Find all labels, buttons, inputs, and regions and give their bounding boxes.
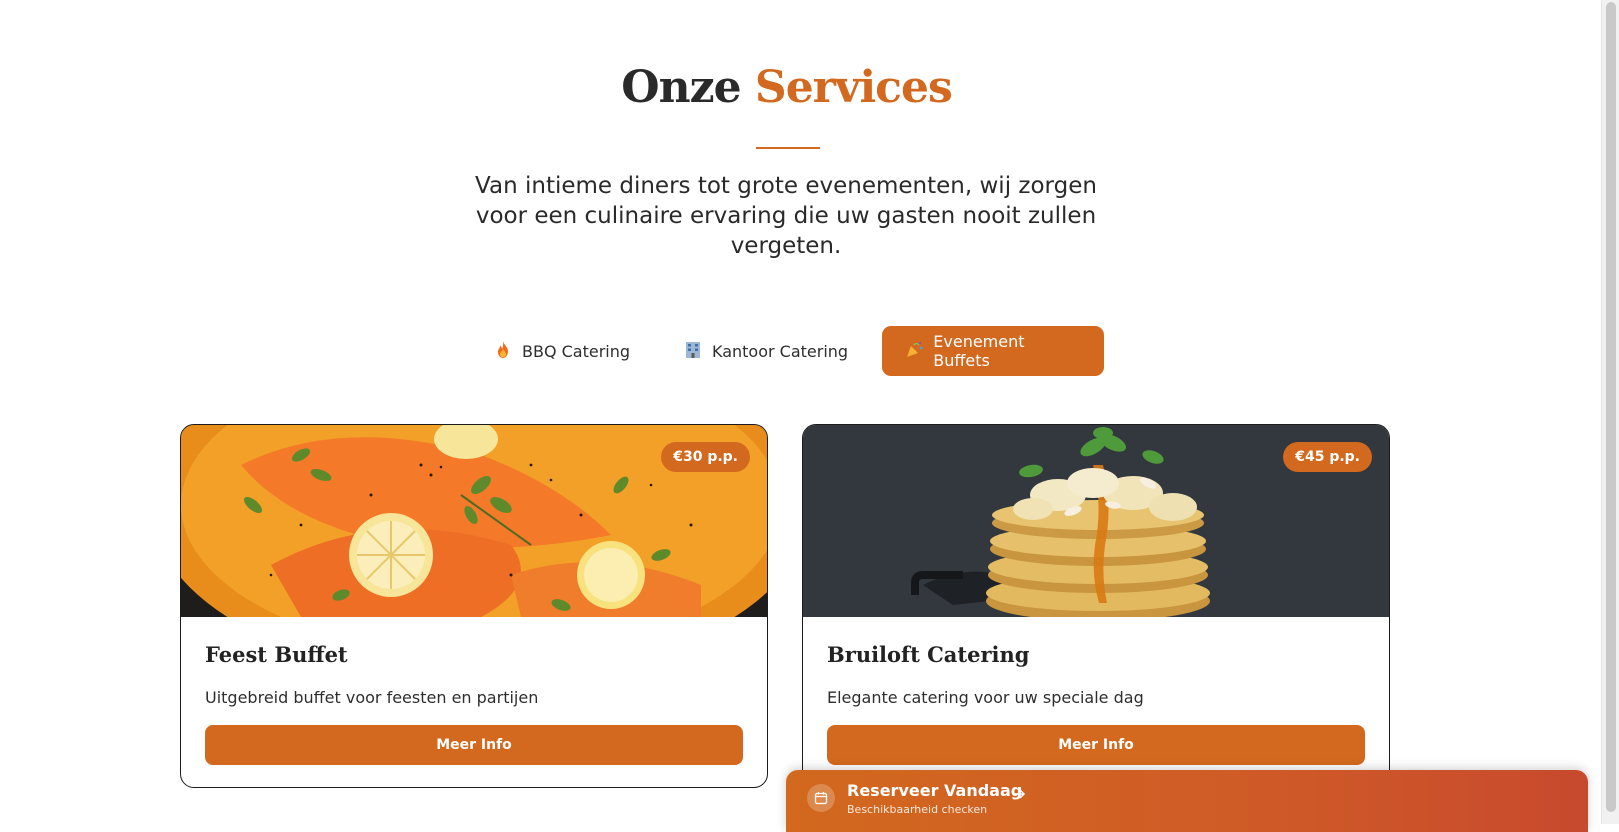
fire-icon — [494, 341, 512, 361]
price-badge: €45 p.p. — [1283, 442, 1372, 472]
service-card-bruiloft-catering: €45 p.p. Bruiloft Catering Elegante cate… — [802, 424, 1390, 788]
tab-bbq-catering[interactable]: BBQ Catering — [470, 326, 654, 376]
section-subtitle: Van intieme diners tot grote evenementen… — [475, 173, 1097, 259]
service-card-feest-buffet: €30 p.p. Feest Buffet Uitgebreid buffet … — [180, 424, 768, 788]
reserve-subtitle: Beschikbaarheid checken — [847, 803, 988, 816]
price-badge: €30 p.p. — [661, 442, 750, 472]
meer-info-button[interactable]: Meer Info — [205, 725, 743, 765]
section-title: Onze Services — [0, 62, 1573, 113]
arrow-right-icon — [1012, 787, 1026, 804]
meer-info-button[interactable]: Meer Info — [827, 725, 1365, 765]
title-divider — [756, 147, 820, 149]
tab-label: BBQ Catering — [522, 341, 631, 361]
reserve-today-button[interactable]: Reserveer Vandaag Beschikbaarheid checke… — [786, 770, 1588, 832]
service-tabs: BBQ Catering Kantoor Catering Evenement … — [0, 326, 1573, 376]
card-title: Feest Buffet — [205, 642, 348, 667]
section-title-accent: Services — [754, 62, 953, 113]
tab-label: Evenement Buffets — [933, 332, 1025, 370]
page-scrollbar[interactable] — [1601, 0, 1619, 824]
tab-label: Kantoor Catering — [712, 341, 849, 361]
salmon-dish-photo: €30 p.p. — [181, 425, 767, 617]
tab-evenement-buffets[interactable]: Evenement Buffets — [882, 326, 1104, 376]
tab-kantoor-catering[interactable]: Kantoor Catering — [660, 326, 872, 376]
card-description: Elegante catering voor uw speciale dag — [827, 688, 1144, 707]
office-building-icon — [684, 341, 702, 361]
reserve-title: Reserveer Vandaag — [847, 781, 1023, 800]
scrollbar-thumb[interactable] — [1606, 2, 1616, 812]
section-title-main: Onze — [621, 62, 741, 113]
calendar-icon — [807, 784, 835, 812]
party-popper-icon — [906, 341, 923, 361]
card-title: Bruiloft Catering — [827, 642, 1030, 667]
pancake-stack-photo: €45 p.p. — [803, 425, 1389, 617]
card-description: Uitgebreid buffet voor feesten en partij… — [205, 688, 539, 707]
